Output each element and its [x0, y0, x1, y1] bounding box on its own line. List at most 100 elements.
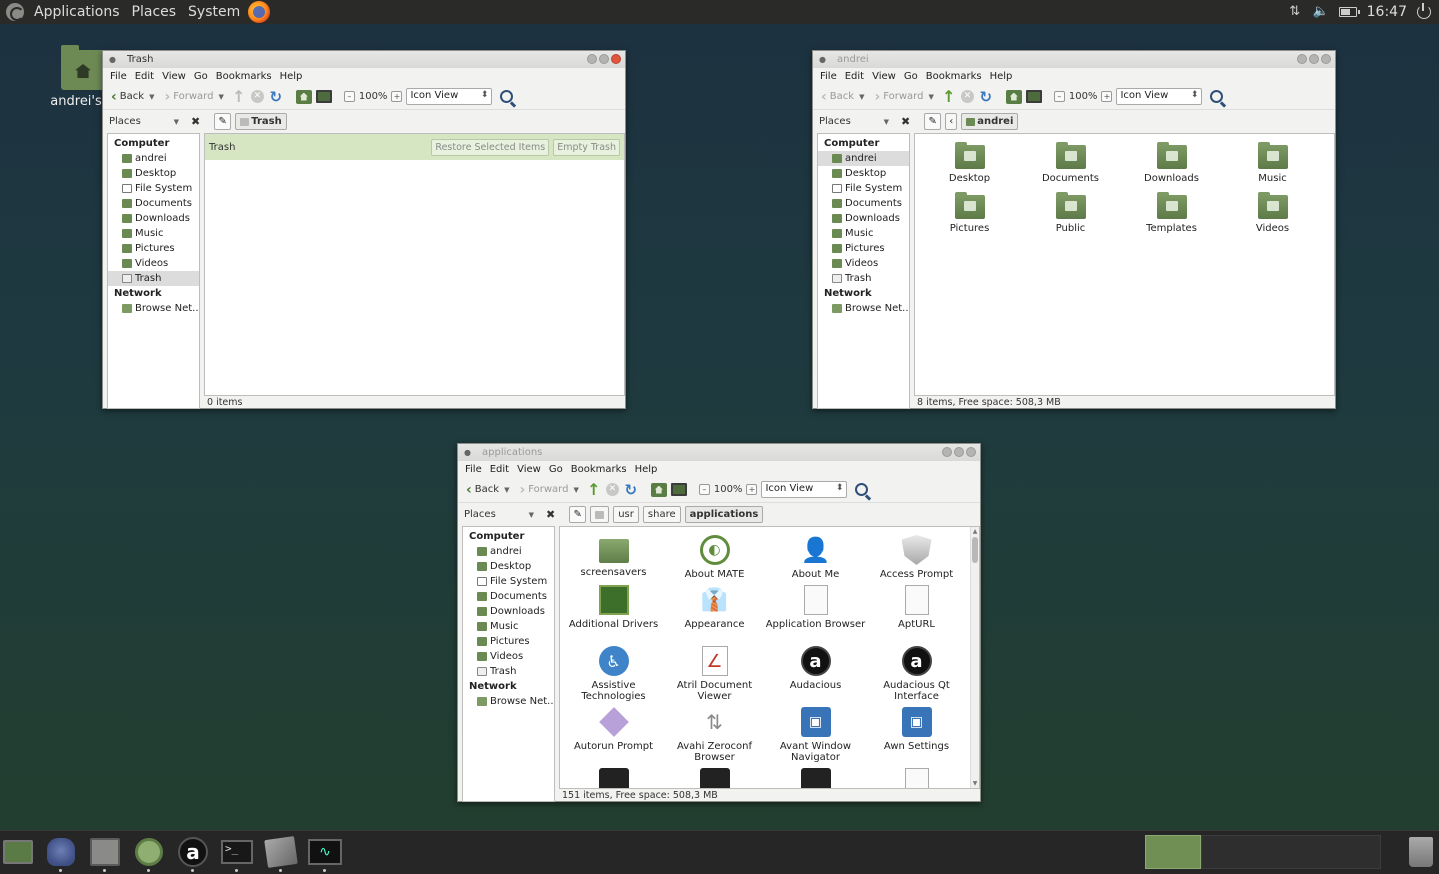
sidebar-item-filesystem[interactable]: File System [108, 181, 199, 196]
file-item-documents[interactable]: Documents [1020, 138, 1121, 188]
minimize-button[interactable] [942, 447, 952, 457]
sidebar-item-music[interactable]: Music [463, 619, 554, 634]
chevron-down-icon[interactable]: ▼ [573, 486, 578, 494]
forward-button[interactable]: › Forward ▼ [161, 90, 226, 104]
places-select[interactable]: Places ▼ [819, 116, 889, 127]
edit-location-button[interactable]: ✎ [924, 113, 942, 130]
close-sidebar-icon[interactable]: ✖ [546, 508, 555, 521]
taskbar-mate-menu[interactable] [132, 836, 166, 872]
empty-trash-button[interactable]: Empty Trash [553, 138, 620, 156]
sidebar-item-andrei[interactable]: andrei [818, 151, 909, 166]
close-button[interactable] [611, 54, 621, 64]
app-item[interactable]: a Audacious Qt Interface [866, 642, 967, 703]
edit-location-button[interactable]: ✎ [214, 113, 232, 130]
forward-button[interactable]: › Forward ▼ [871, 90, 936, 104]
app-item[interactable]: screensavers [563, 531, 664, 581]
app-item[interactable]: ▣ Avant Window Navigator [765, 703, 866, 764]
search-icon[interactable] [855, 483, 869, 496]
computer-icon[interactable] [670, 483, 687, 496]
chevron-down-icon[interactable]: ▼ [928, 93, 933, 101]
app-item[interactable]: ♿ Assistive Technologies [563, 642, 664, 703]
app-item[interactable]: Access Prompt [866, 531, 967, 581]
app-item[interactable]: ◐ About MATE [664, 531, 765, 581]
taskbar-pidgin[interactable] [44, 836, 78, 872]
taskbar-audacious[interactable]: a [176, 836, 210, 872]
menu-edit[interactable]: Edit [131, 71, 158, 82]
reload-icon[interactable]: ↻ [978, 88, 994, 106]
back-button[interactable]: ‹ Back ▼ [463, 483, 512, 497]
menu-edit[interactable]: Edit [486, 464, 513, 475]
titlebar[interactable]: ● applications [458, 444, 980, 461]
close-button[interactable] [1321, 54, 1331, 64]
zoom-out-button[interactable]: – [1053, 91, 1065, 102]
edit-location-button[interactable]: ✎ [569, 506, 587, 523]
back-button[interactable]: ‹ Back ▼ [818, 90, 867, 104]
app-item[interactable] [866, 764, 967, 788]
menu-file[interactable]: File [461, 464, 486, 475]
clock[interactable]: 16:47 [1367, 4, 1407, 20]
places-select[interactable]: Places ▼ [464, 509, 534, 520]
minimize-button[interactable] [587, 54, 597, 64]
app-item[interactable]: ∠ Atril Document Viewer [664, 642, 765, 703]
file-item-public[interactable]: Public [1020, 188, 1121, 238]
show-desktop-button[interactable] [1, 836, 35, 868]
search-icon[interactable] [1210, 90, 1224, 103]
forward-button[interactable]: › Forward ▼ [516, 483, 581, 497]
sidebar-item-downloads[interactable]: Downloads [463, 604, 554, 619]
sidebar-item-documents[interactable]: Documents [463, 589, 554, 604]
power-icon[interactable] [1417, 3, 1431, 19]
scrollbar-thumb[interactable] [972, 537, 978, 563]
zoom-out-button[interactable]: – [698, 484, 710, 495]
app-item[interactable] [563, 764, 664, 788]
app-item[interactable]: ⇅ Avahi Zeroconf Browser [664, 703, 765, 764]
breadcrumb-root[interactable] [590, 506, 610, 523]
sidebar-item-videos[interactable]: Videos [108, 256, 199, 271]
file-item-pictures[interactable]: Pictures [919, 188, 1020, 238]
menu-bookmarks[interactable]: Bookmarks [212, 71, 276, 82]
menu-go[interactable]: Go [545, 464, 567, 475]
sidebar-item-desktop[interactable]: Desktop [108, 166, 199, 181]
zoom-in-button[interactable]: + [391, 91, 403, 102]
sidebar-item-trash[interactable]: Trash [463, 664, 554, 679]
file-item-music[interactable]: Music [1222, 138, 1323, 188]
system-menu[interactable]: System [182, 4, 246, 20]
close-button[interactable] [966, 447, 976, 457]
app-item[interactable]: 👔 Appearance [664, 581, 765, 642]
file-view[interactable]: screensavers ◐ About MATE 👤 About Me Acces… [559, 526, 980, 789]
computer-icon[interactable] [315, 90, 332, 103]
home-icon[interactable] [650, 482, 667, 497]
taskbar-system-monitor[interactable]: ∿ [308, 836, 342, 872]
up-arrow-icon[interactable]: ↑ [941, 87, 957, 106]
chevron-down-icon[interactable]: ▼ [218, 93, 223, 101]
sidebar-item-documents[interactable]: Documents [818, 196, 909, 211]
battery-icon[interactable] [1338, 7, 1360, 17]
menu-bookmarks[interactable]: Bookmarks [922, 71, 986, 82]
places-select[interactable]: Places ▼ [109, 116, 179, 127]
close-sidebar-icon[interactable]: ✖ [191, 115, 200, 128]
app-item[interactable] [765, 764, 866, 788]
breadcrumb-applications[interactable]: applications [684, 506, 764, 523]
up-arrow-icon[interactable]: ↑ [586, 480, 602, 499]
zoom-level[interactable]: 100% [1069, 91, 1098, 102]
reload-icon[interactable]: ↻ [623, 481, 639, 499]
sidebar-item-videos[interactable]: Videos [463, 649, 554, 664]
taskbar-terminal[interactable]: >_ [220, 836, 254, 872]
menu-go[interactable]: Go [190, 71, 212, 82]
search-icon[interactable] [500, 90, 514, 103]
breadcrumb-share[interactable]: share [642, 506, 681, 523]
zoom-in-button[interactable]: + [1101, 91, 1113, 102]
home-icon[interactable] [295, 89, 312, 104]
breadcrumb-left-arrow[interactable]: ‹ [945, 113, 958, 130]
sidebar-item-downloads[interactable]: Downloads [818, 211, 909, 226]
menu-go[interactable]: Go [900, 71, 922, 82]
sidebar-item-andrei[interactable]: andrei [463, 544, 554, 559]
sidebar-item-browse-network[interactable]: Browse Net... [108, 301, 199, 316]
up-arrow-icon[interactable]: ↑ [231, 87, 247, 106]
zoom-out-button[interactable]: – [343, 91, 355, 102]
file-view[interactable]: Desktop Documents Downloads Music Pictur… [914, 133, 1335, 396]
reload-icon[interactable]: ↻ [268, 88, 284, 106]
breadcrumb-usr[interactable]: usr [613, 506, 639, 523]
titlebar[interactable]: ● Trash [103, 51, 625, 68]
sidebar-item-browse-network[interactable]: Browse Net... [818, 301, 909, 316]
scroll-up-arrow-icon[interactable]: ▲ [971, 528, 979, 535]
